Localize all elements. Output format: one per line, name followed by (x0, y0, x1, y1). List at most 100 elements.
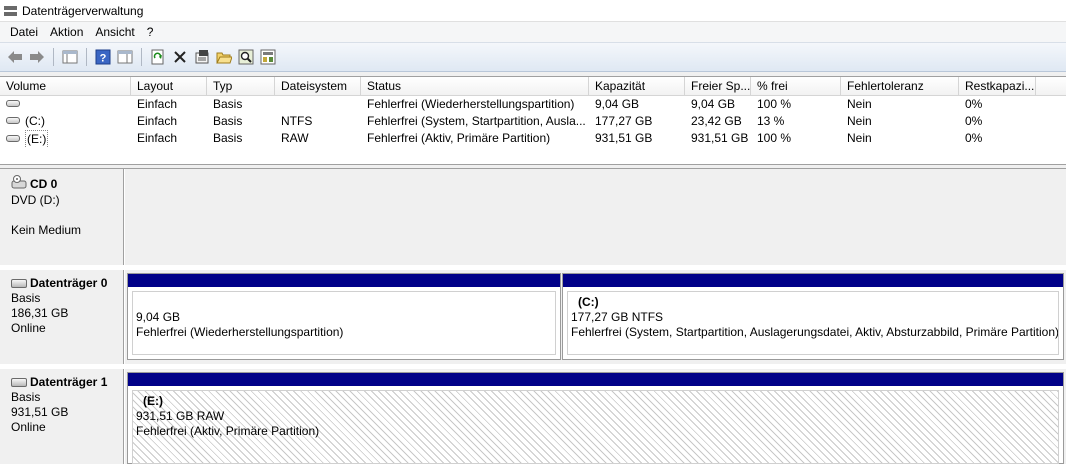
partition-e[interactable]: (E:) 931,51 GB RAW Fehlerfrei (Aktiv, Pr… (127, 372, 1064, 464)
fehlertoleranz-cell: Nein (847, 131, 872, 145)
partition-body: (E:) 931,51 GB RAW Fehlerfrei (Aktiv, Pr… (132, 390, 1059, 464)
volume-cell (0, 96, 131, 113)
hard-disk-icon (11, 378, 27, 387)
toolbar-separator (86, 48, 87, 66)
search-icon[interactable] (237, 48, 255, 66)
freier-speicher-cell: 931,51 GB (691, 131, 749, 145)
typ-cell: Basis (213, 131, 243, 145)
partition-c[interactable]: (C:) 177,27 GB NTFS Fehlerfrei (System, … (562, 273, 1064, 360)
volume-list-header: Volume Layout Typ Dateisystem Status Kap… (0, 77, 1066, 96)
disk-status: Online (11, 321, 46, 335)
properties-icon[interactable] (193, 48, 211, 66)
volume-list: Volume Layout Typ Dateisystem Status Kap… (0, 76, 1066, 164)
dateisystem-cell (275, 96, 361, 113)
column-header-typ[interactable]: Typ (207, 77, 275, 95)
disk-label-cd0[interactable]: CD 0 DVD (D:) Kein Medium (0, 169, 124, 265)
toolbar: ? (0, 42, 1066, 72)
typ-cell: Basis (213, 97, 243, 111)
column-header-fehlertoleranz[interactable]: Fehlertoleranz (841, 77, 959, 95)
table-row[interactable]: (C:) Einfach Basis NTFS Fehlerfrei (Syst… (0, 113, 1066, 130)
column-header-volume[interactable]: Volume (0, 77, 131, 95)
delete-icon[interactable] (171, 48, 189, 66)
partition-bar (128, 274, 560, 287)
console-tree-icon[interactable] (61, 48, 79, 66)
partition-body: (C:) 177,27 GB NTFS Fehlerfrei (System, … (567, 291, 1059, 355)
partition-name: (C:) (578, 295, 599, 309)
partition-size: 9,04 GB (136, 310, 181, 324)
status-cell: Fehlerfrei (Aktiv, Primäre Partition) (367, 131, 551, 145)
disk-size: 186,31 GB (11, 306, 69, 320)
layout-cell: Einfach (137, 131, 178, 145)
partition-name: (E:) (143, 394, 163, 408)
column-header-status[interactable]: Status (361, 77, 589, 95)
disk-type: Basis (11, 291, 41, 305)
disk-media-status: Kein Medium (11, 223, 82, 237)
table-row[interactable]: Einfach Basis Fehlerfrei (Wiederherstell… (0, 96, 1066, 113)
partition-recovery[interactable]: 9,04 GB Fehlerfrei (Wiederherstellungspa… (127, 273, 561, 360)
open-folder-icon[interactable] (215, 48, 233, 66)
status-cell: Fehlerfrei (System, Startpartition, Ausl… (367, 114, 586, 128)
typ-cell: Basis (213, 114, 243, 128)
partition-name (136, 295, 555, 310)
dateisystem-cell: NTFS (281, 114, 313, 128)
restkapazitaet-cell: 0% (965, 131, 983, 145)
volume-icon (6, 117, 20, 125)
kapazitaet-cell: 931,51 GB (595, 131, 653, 145)
disk-label-disk1[interactable]: Datenträger 1 Basis 931,51 GB Online (0, 369, 124, 464)
back-arrow-icon[interactable] (6, 48, 24, 66)
refresh-icon[interactable] (149, 48, 167, 66)
help-icon[interactable]: ? (94, 48, 112, 66)
disk-area-cd0[interactable] (125, 169, 1066, 265)
toolbar-separator (141, 48, 142, 66)
disk-status: Online (11, 420, 46, 434)
svg-text:?: ? (100, 53, 107, 65)
menu-ansicht[interactable]: Ansicht (89, 25, 140, 39)
volume-cell: (E:) (0, 130, 131, 147)
disk-view: CD 0 DVD (D:) Kein Medium Datenträger 0 … (0, 169, 1066, 464)
disk-name: Datenträger 1 (30, 375, 108, 389)
restkapazitaet-cell: 0% (965, 97, 983, 111)
disk-area-disk1: (E:) 931,51 GB RAW Fehlerfrei (Aktiv, Pr… (125, 369, 1066, 464)
partition-size: 931,51 GB RAW (136, 409, 225, 423)
toolbar-separator (53, 48, 54, 66)
menu-bar: Datei Aktion Ansicht ? (0, 22, 1066, 42)
menu-help[interactable]: ? (141, 25, 160, 39)
column-header-kapazitaet[interactable]: Kapazität (589, 77, 685, 95)
disk-size: 931,51 GB (11, 405, 69, 419)
prozent-frei-cell: 13 % (757, 114, 785, 128)
cd-drive-icon (11, 175, 27, 193)
disk-label-disk0[interactable]: Datenträger 0 Basis 186,31 GB Online (0, 270, 124, 364)
window-title: Datenträgerverwaltung (22, 3, 144, 18)
disk-name: Datenträger 0 (30, 276, 108, 290)
column-header-dateisystem[interactable]: Dateisystem (275, 77, 361, 95)
hard-disk-icon (11, 279, 27, 288)
kapazitaet-cell: 177,27 GB (595, 114, 653, 128)
properties-view-icon[interactable] (116, 48, 134, 66)
partition-bar (128, 373, 1063, 386)
freier-speicher-cell: 9,04 GB (691, 97, 736, 111)
volume-cell: (C:) (0, 113, 131, 130)
forward-arrow-icon[interactable] (28, 48, 46, 66)
layout-cell: Einfach (137, 114, 178, 128)
column-header-prozent-frei[interactable]: % frei (751, 77, 841, 95)
column-header-restkapazitaet[interactable]: Restkapazi... (959, 77, 1036, 95)
disk-name: CD 0 (30, 176, 58, 191)
disk-type: Basis (11, 390, 41, 404)
table-row[interactable]: (E:) Einfach Basis RAW Fehlerfrei (Aktiv… (0, 130, 1066, 147)
disk-area-disk0: 9,04 GB Fehlerfrei (Wiederherstellungspa… (125, 270, 1066, 364)
column-header-empty (1036, 77, 1066, 95)
kapazitaet-cell: 9,04 GB (595, 97, 640, 111)
fehlertoleranz-cell: Nein (847, 97, 872, 111)
menu-datei[interactable]: Datei (4, 25, 44, 39)
disk-management-app-icon (4, 5, 18, 17)
column-header-layout[interactable]: Layout (131, 77, 207, 95)
partition-size: 177,27 GB NTFS (571, 310, 664, 324)
prozent-frei-cell: 100 % (757, 97, 792, 111)
freier-speicher-cell: 23,42 GB (691, 114, 742, 128)
column-header-freier-speicher[interactable]: Freier Sp... (685, 77, 751, 95)
menu-aktion[interactable]: Aktion (44, 25, 89, 39)
partition-body: 9,04 GB Fehlerfrei (Wiederherstellungspa… (132, 291, 556, 355)
fehlertoleranz-cell: Nein (847, 114, 872, 128)
title-bar: Datenträgerverwaltung (0, 0, 1066, 22)
export-icon[interactable] (259, 48, 277, 66)
